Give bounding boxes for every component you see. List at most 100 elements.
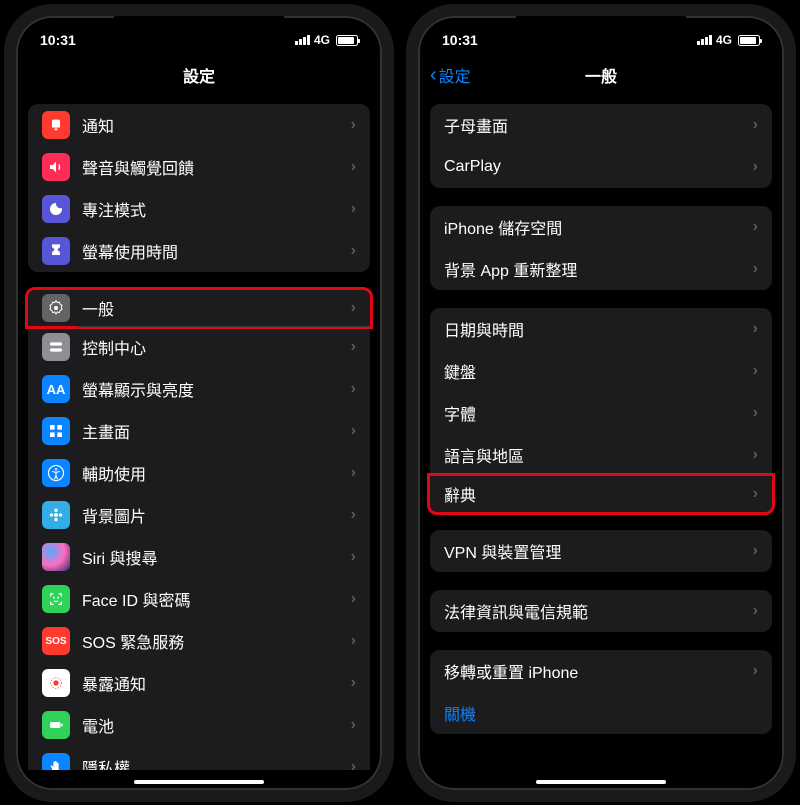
row-label: 一般: [82, 296, 351, 320]
chevron-right-icon: ›: [753, 158, 758, 176]
row-label: 聲音與觸覺回饋: [82, 155, 351, 179]
speaker-icon: [42, 153, 70, 181]
exposure-icon: [42, 669, 70, 697]
row-label: Siri 與搜尋: [82, 545, 351, 569]
home-indicator[interactable]: [536, 780, 666, 784]
row-label: 關機: [444, 701, 758, 725]
general-section: 子母畫面›CarPlay›: [430, 104, 772, 188]
nav-header: 設定: [16, 54, 382, 96]
settings-row-screentime[interactable]: 螢幕使用時間›: [28, 230, 370, 272]
settings-row-general[interactable]: 一般›: [25, 287, 373, 329]
general-row-vpn[interactable]: VPN 與裝置管理›: [430, 530, 772, 572]
settings-row-faceid[interactable]: Face ID 與密碼›: [28, 578, 370, 620]
general-row-dictionary[interactable]: 辭典›: [427, 473, 775, 515]
chevron-right-icon: ›: [351, 200, 356, 218]
settings-row-privacy[interactable]: 隱私權›: [28, 746, 370, 770]
settings-section: 通知›聲音與觸覺回饋›專注模式›螢幕使用時間›: [28, 104, 370, 272]
row-label: 法律資訊與電信規範: [444, 599, 753, 623]
settings-row-battery[interactable]: 電池›: [28, 704, 370, 746]
settings-row-notifications[interactable]: 通知›: [28, 104, 370, 146]
chevron-right-icon: ›: [753, 362, 758, 380]
settings-row-exposure[interactable]: 暴露通知›: [28, 662, 370, 704]
home-indicator[interactable]: [134, 780, 264, 784]
settings-list[interactable]: 通知›聲音與觸覺回饋›專注模式›螢幕使用時間›一般›控制中心›AA螢幕顯示與亮度…: [16, 96, 382, 770]
settings-row-accessibility[interactable]: 輔助使用›: [28, 452, 370, 494]
row-label: 鍵盤: [444, 359, 753, 383]
settings-row-sos[interactable]: SOSSOS 緊急服務›: [28, 620, 370, 662]
row-label: 隱私權: [82, 755, 351, 770]
flower-icon: [42, 501, 70, 529]
chevron-left-icon: ‹: [430, 64, 437, 87]
general-row-carplay[interactable]: CarPlay›: [430, 146, 772, 188]
siri-icon: [42, 543, 70, 571]
chevron-right-icon: ›: [351, 380, 356, 398]
accessibility-icon: [42, 459, 70, 487]
network-label: 4G: [716, 33, 732, 47]
nav-header: ‹ 設定 一般: [418, 54, 784, 96]
toggles-icon: [42, 333, 70, 361]
chevron-right-icon: ›: [351, 716, 356, 734]
general-row-datetime[interactable]: 日期與時間›: [430, 308, 772, 350]
chevron-right-icon: ›: [351, 758, 356, 770]
settings-row-sounds[interactable]: 聲音與觸覺回饋›: [28, 146, 370, 188]
settings-row-focus[interactable]: 專注模式›: [28, 188, 370, 230]
chevron-right-icon: ›: [753, 485, 758, 503]
row-label: 移轉或重置 iPhone: [444, 659, 753, 683]
general-row-reset[interactable]: 移轉或重置 iPhone›: [430, 650, 772, 692]
chevron-right-icon: ›: [753, 116, 758, 134]
row-label: VPN 與裝置管理: [444, 539, 753, 563]
chevron-right-icon: ›: [351, 116, 356, 134]
general-row-handoff[interactable]: 子母畫面›: [430, 104, 772, 146]
row-label: 電池: [82, 713, 351, 737]
page-title: 一般: [585, 63, 617, 87]
chevron-right-icon: ›: [753, 602, 758, 620]
back-button[interactable]: ‹ 設定: [430, 63, 471, 87]
battery-icon: [336, 35, 358, 46]
settings-row-siri[interactable]: Siri 與搜尋›: [28, 536, 370, 578]
row-label: 辭典: [444, 482, 753, 506]
general-row-storage[interactable]: iPhone 儲存空間›: [430, 206, 772, 248]
general-row-bgrefresh[interactable]: 背景 App 重新整理›: [430, 248, 772, 290]
general-row-fonts[interactable]: 字體›: [430, 392, 772, 434]
general-section: 移轉或重置 iPhone› 關機: [430, 650, 772, 734]
general-section: 日期與時間›鍵盤›字體›語言與地區›辭典›: [430, 308, 772, 515]
settings-row-controlcenter[interactable]: 控制中心›: [28, 326, 370, 368]
general-row-shutdown[interactable]: 關機: [430, 692, 772, 734]
row-label: 輔助使用: [82, 461, 351, 485]
general-row-keyboard[interactable]: 鍵盤›: [430, 350, 772, 392]
settings-row-homescreen[interactable]: 主畫面›: [28, 410, 370, 452]
status-time: 10:31: [40, 32, 76, 48]
faceid-icon: [42, 585, 70, 613]
signal-icon: [295, 35, 310, 45]
general-section: iPhone 儲存空間›背景 App 重新整理›: [430, 206, 772, 290]
chevron-right-icon: ›: [753, 404, 758, 422]
general-row-language[interactable]: 語言與地區›: [430, 434, 772, 476]
sos-icon: SOS: [42, 627, 70, 655]
row-label: 主畫面: [82, 419, 351, 443]
chevron-right-icon: ›: [753, 320, 758, 338]
settings-section: 一般›控制中心›AA螢幕顯示與亮度›主畫面›輔助使用›背景圖片›Siri 與搜尋…: [28, 287, 370, 770]
chevron-right-icon: ›: [351, 632, 356, 650]
chevron-right-icon: ›: [753, 218, 758, 236]
settings-row-wallpaper[interactable]: 背景圖片›: [28, 494, 370, 536]
status-right: 4G: [697, 33, 760, 47]
phone-right: 10:31 4G ‹ 設定 一般 子母畫面›CarPlay› iPhone 儲存空…: [406, 4, 796, 802]
page-title: 設定: [183, 63, 215, 87]
chevron-right-icon: ›: [351, 338, 356, 356]
row-label: 螢幕顯示與亮度: [82, 377, 351, 401]
general-section: VPN 與裝置管理›: [430, 530, 772, 572]
network-label: 4G: [314, 33, 330, 47]
row-label: 語言與地區: [444, 443, 753, 467]
hand-icon: [42, 753, 70, 770]
general-list[interactable]: 子母畫面›CarPlay› iPhone 儲存空間›背景 App 重新整理› 日期與…: [418, 96, 784, 770]
chevron-right-icon: ›: [351, 674, 356, 692]
hourglass-icon: [42, 237, 70, 265]
back-label: 設定: [439, 63, 471, 87]
chevron-right-icon: ›: [351, 506, 356, 524]
general-row-legal[interactable]: 法律資訊與電信規範›: [430, 590, 772, 632]
status-time: 10:31: [442, 32, 478, 48]
settings-row-display[interactable]: AA螢幕顯示與亮度›: [28, 368, 370, 410]
row-label: 字體: [444, 401, 753, 425]
phone-left: 10:31 4G 設定 通知›聲音與觸覺回饋›專注模式›螢幕使用時間›一般›控制…: [4, 4, 394, 802]
chevron-right-icon: ›: [753, 260, 758, 278]
